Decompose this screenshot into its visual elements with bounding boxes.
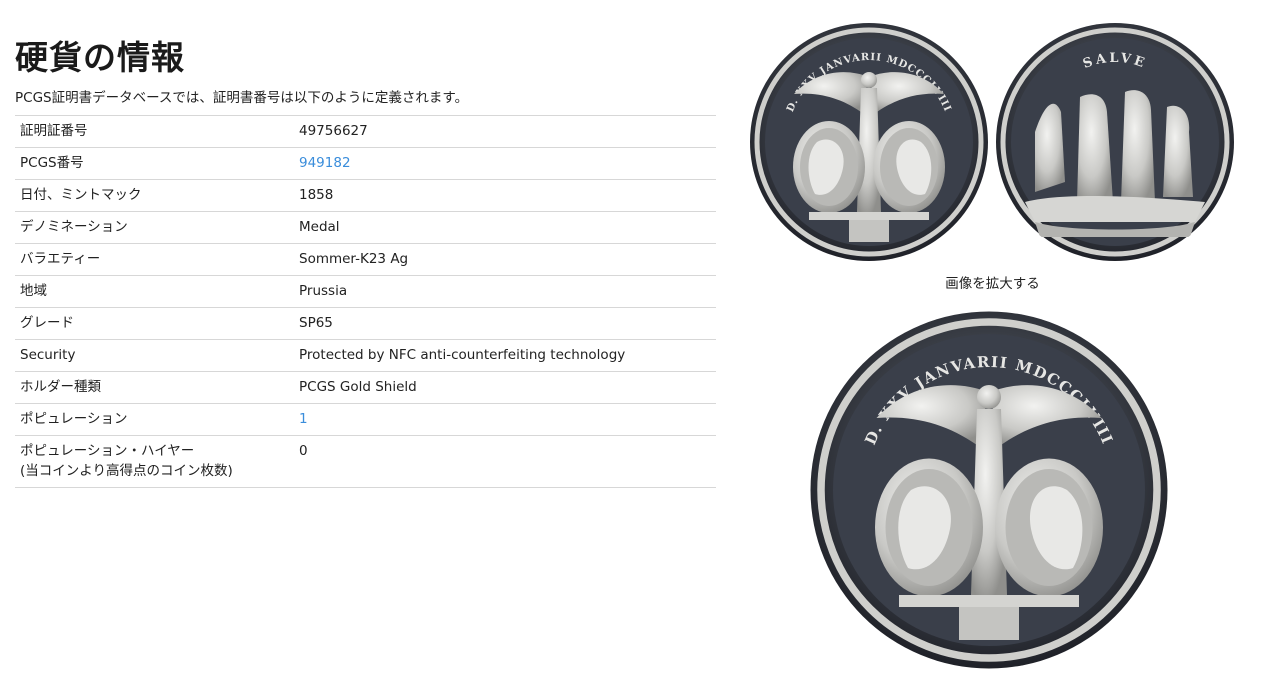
coin-reverse-thumbnail[interactable]: SALVE	[995, 22, 1235, 262]
row-label-population-higher: ポピュレーション・ハイヤー (当コインより高得点のコイン枚数)	[15, 435, 294, 488]
table-row: ホルダー種類 PCGS Gold Shield	[15, 371, 716, 404]
row-label-population: ポピュレーション	[15, 403, 294, 436]
row-label-variety: バラエティー	[15, 243, 294, 276]
intro-text: PCGS証明書データベースでは、証明書番号は以下のように定義されます。	[15, 90, 469, 106]
coin-obverse-large-image[interactable]: D. XXV JANVARII MDCCCLVIII	[809, 310, 1169, 670]
row-value-variety: Sommer-K23 Ag	[294, 243, 716, 276]
enlarge-image-link[interactable]: 画像を拡大する	[745, 272, 1240, 292]
row-value-population: 1	[294, 403, 716, 436]
coin-info-section: 硬貨の情報 PCGS証明書データベースでは、証明書番号は以下のように定義されます…	[15, 36, 716, 488]
row-value-population-higher: 0	[294, 435, 716, 488]
row-value-denomination: Medal	[294, 211, 716, 244]
row-value-holder-type: PCGS Gold Shield	[294, 371, 716, 404]
table-row: 日付、ミントマック 1858	[15, 179, 716, 212]
row-value-cert-number: 49756627	[294, 115, 716, 148]
population-higher-sublabel: (当コインより高得点のコイン枚数)	[20, 463, 233, 479]
row-label-denomination: デノミネーション	[15, 211, 294, 244]
table-row: 証明証番号 49756627	[15, 115, 716, 148]
row-label-region: 地域	[15, 275, 294, 308]
row-label-date-mintmark: 日付、ミントマック	[15, 179, 294, 212]
pcgs-number-link[interactable]: 949182	[299, 155, 351, 171]
table-row: グレード SP65	[15, 307, 716, 340]
row-label-cert-number: 証明証番号	[15, 115, 294, 148]
table-row: バラエティー Sommer-K23 Ag	[15, 243, 716, 276]
coin-info-table: 証明証番号 49756627 PCGS番号 949182 日付、ミントマック 1…	[15, 115, 716, 488]
table-row: 地域 Prussia	[15, 275, 716, 308]
row-label-pcgs-number: PCGS番号	[15, 147, 294, 180]
row-value-security: Protected by NFC anti-counterfeiting tec…	[294, 339, 716, 372]
table-row: PCGS番号 949182	[15, 147, 716, 180]
population-higher-label: ポピュレーション・ハイヤー	[20, 443, 195, 459]
row-label-security: Security	[15, 339, 294, 372]
row-label-holder-type: ホルダー種類	[15, 371, 294, 404]
row-value-date-mintmark: 1858	[294, 179, 716, 212]
coin-obverse-thumbnail[interactable]: D. XXV JANVARII MDCCCLVIII	[749, 22, 989, 262]
row-value-grade: SP65	[294, 307, 716, 340]
page-title: 硬貨の情報	[15, 38, 185, 77]
row-value-pcgs-number: 949182	[294, 147, 716, 180]
table-row: デノミネーション Medal	[15, 211, 716, 244]
population-link[interactable]: 1	[299, 411, 308, 427]
table-row: Security Protected by NFC anti-counterfe…	[15, 339, 716, 372]
row-label-grade: グレード	[15, 307, 294, 340]
table-row: ポピュレーション・ハイヤー (当コインより高得点のコイン枚数) 0	[15, 435, 716, 488]
table-row: ポピュレーション 1	[15, 403, 716, 436]
row-value-region: Prussia	[294, 275, 716, 308]
